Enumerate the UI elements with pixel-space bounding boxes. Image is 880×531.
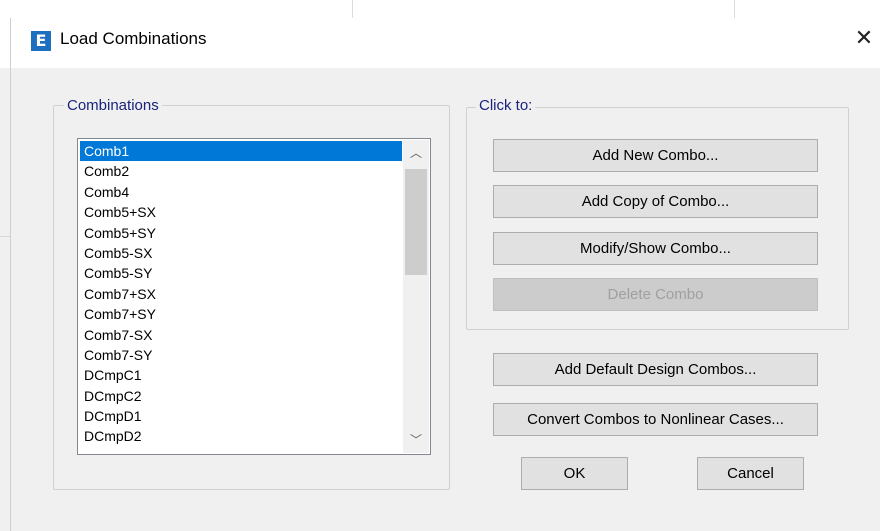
title-bar: E Load Combinations ✕ [0, 0, 880, 68]
convert-combos-nonlinear-button[interactable]: Convert Combos to Nonlinear Cases... [493, 403, 818, 436]
background-divider [352, 0, 353, 18]
background-divider [0, 236, 10, 237]
load-combinations-window: E Load Combinations ✕ Combinations Comb1… [0, 0, 880, 531]
window-title: Load Combinations [60, 29, 207, 48]
delete-combo-button: Delete Combo [493, 278, 818, 311]
list-item[interactable]: Comb7+SX [80, 284, 402, 304]
add-default-design-combos-button[interactable]: Add Default Design Combos... [493, 353, 818, 386]
app-icon: E [31, 31, 51, 51]
combinations-group-label: Combinations [64, 97, 162, 114]
list-item[interactable]: Comb5+SX [80, 202, 402, 222]
cancel-button[interactable]: Cancel [697, 457, 804, 490]
list-item[interactable]: DCmpD2 [80, 426, 402, 446]
list-item[interactable]: Comb7-SX [80, 325, 402, 345]
click-to-group-label: Click to: [476, 97, 536, 114]
window-frame-edge [10, 18, 11, 531]
list-item[interactable]: Comb7-SY [80, 345, 402, 365]
add-copy-combo-button[interactable]: Add Copy of Combo... [493, 185, 818, 218]
ok-button[interactable]: OK [521, 457, 628, 490]
add-new-combo-button[interactable]: Add New Combo... [493, 139, 818, 172]
scroll-down-icon[interactable]: ﹀ [403, 429, 429, 451]
list-item[interactable]: Comb7+SY [80, 304, 402, 324]
list-item[interactable]: Comb5-SY [80, 263, 402, 283]
scrollbar-thumb[interactable] [405, 169, 427, 275]
background-divider [734, 0, 735, 18]
combinations-listbox[interactable]: Comb1 Comb2 Comb4 Comb5+SX Comb5+SY Comb5-SX C… [77, 138, 431, 455]
list-item[interactable]: Comb2 [80, 161, 402, 181]
close-icon[interactable]: ✕ [848, 24, 880, 54]
list-item[interactable]: Comb1 [80, 141, 402, 162]
list-item[interactable]: Comb5+SY [80, 223, 402, 243]
modify-show-combo-button[interactable]: Modify/Show Combo... [493, 232, 818, 265]
combinations-list: Comb1 Comb2 Comb4 Comb5+SX Comb5+SY Comb5-SX C… [80, 141, 402, 447]
list-item[interactable]: DCmpC1 [80, 365, 402, 385]
list-item[interactable]: Comb4 [80, 182, 402, 202]
list-item[interactable]: DCmpC2 [80, 386, 402, 406]
scroll-up-icon[interactable]: ︿ [403, 142, 429, 164]
list-item[interactable]: DCmpD1 [80, 406, 402, 426]
list-scrollbar[interactable]: ︿ ﹀ [403, 140, 429, 453]
list-item[interactable]: Comb5-SX [80, 243, 402, 263]
